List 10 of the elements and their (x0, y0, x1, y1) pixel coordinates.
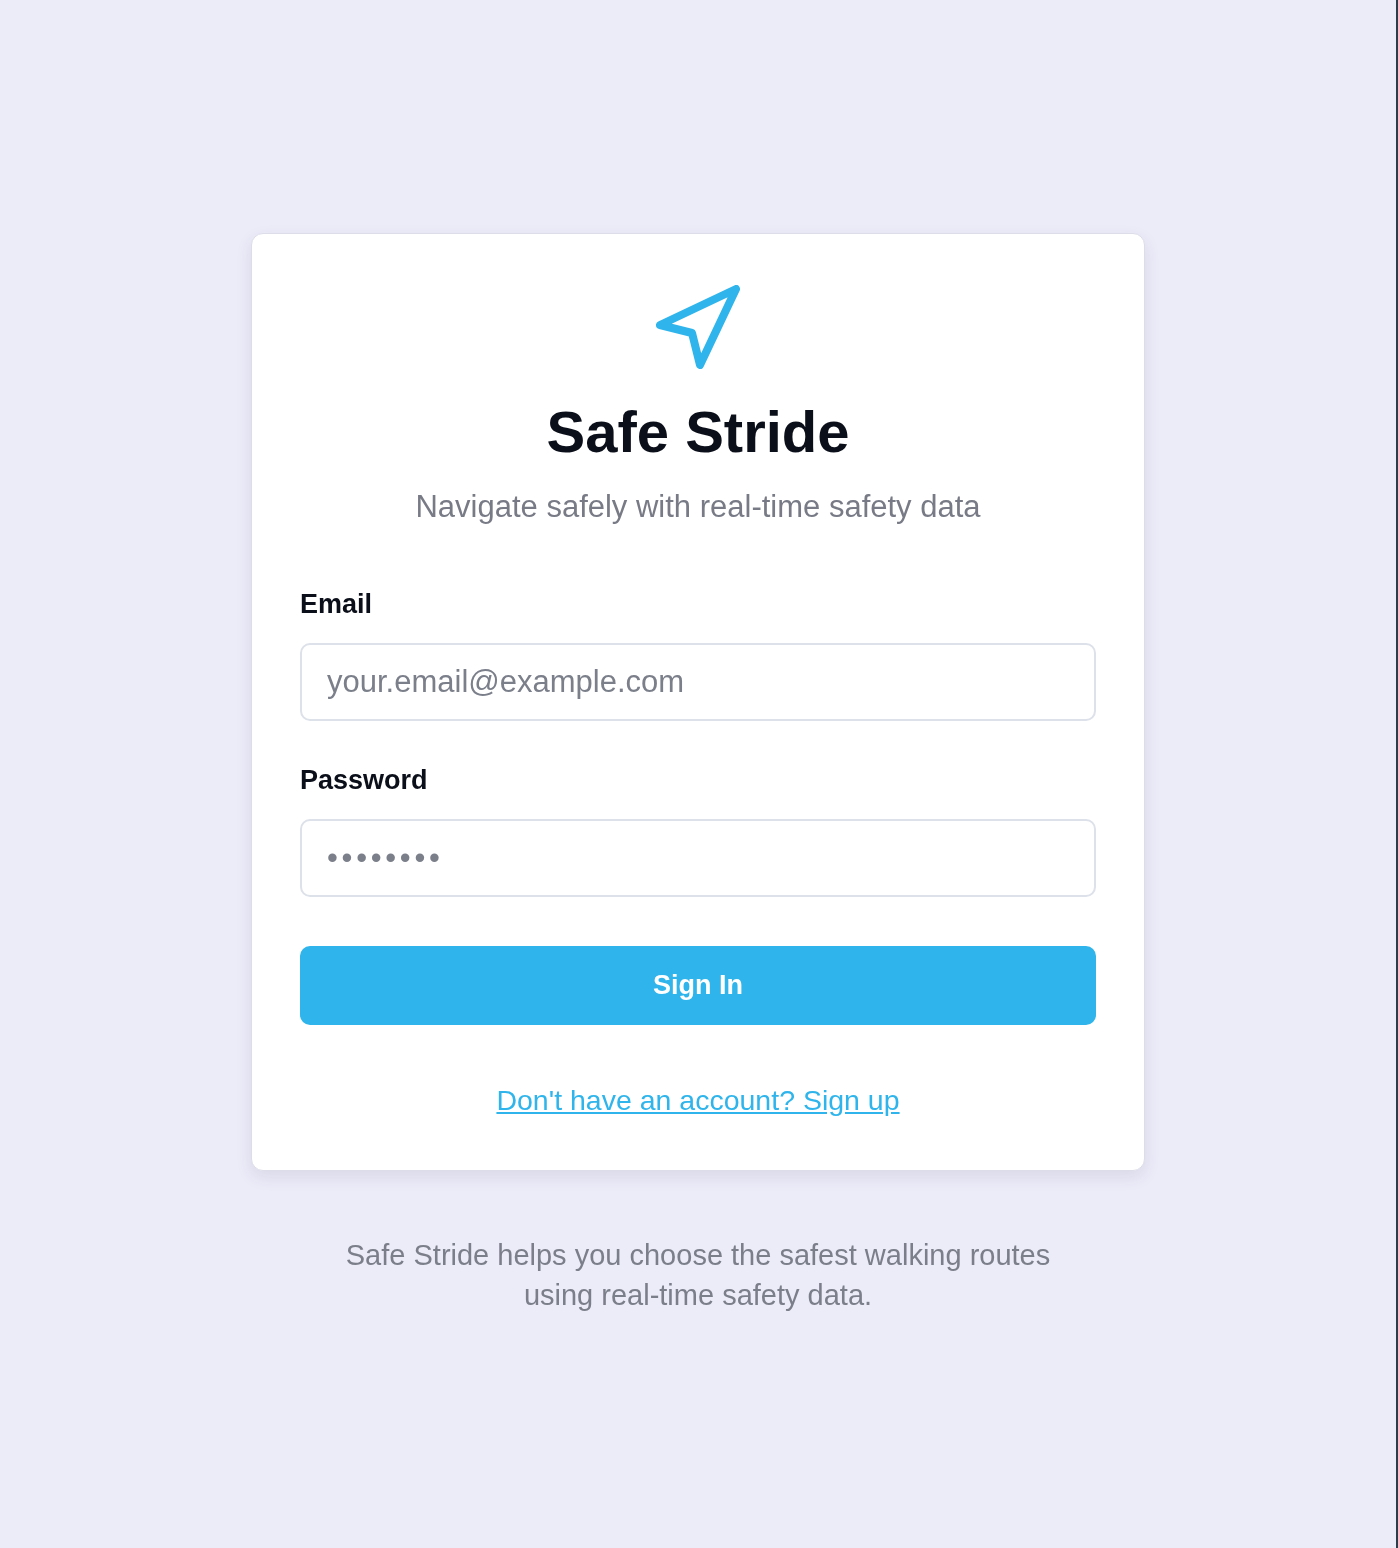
sign-up-link[interactable]: Don't have an account? Sign up (496, 1080, 900, 1120)
sign-in-button[interactable]: Sign In (300, 946, 1096, 1025)
password-label: Password (300, 764, 429, 797)
email-label: Email (300, 588, 374, 621)
navigation-arrow-icon (656, 285, 740, 369)
app-subtitle: Navigate safely with real-time safety data (414, 488, 982, 526)
app-title: Safe Stride (545, 404, 851, 460)
password-input[interactable]: •••••••• (300, 819, 1096, 897)
footer-description: Safe Stride helps you choose the safest walking routes using real-time safety data. (344, 1238, 1052, 1313)
email-input[interactable]: your.email@example.com (300, 643, 1096, 721)
